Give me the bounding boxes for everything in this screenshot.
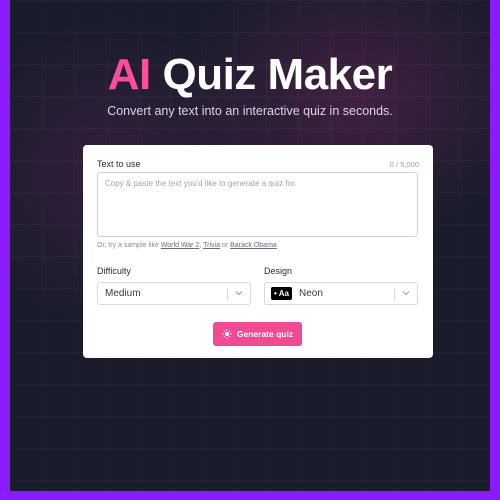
generate-quiz-button[interactable]: Generate quiz: [213, 322, 302, 346]
chevron-down-icon: [402, 291, 410, 296]
difficulty-select[interactable]: Medium: [97, 282, 251, 305]
select-divider: [227, 288, 228, 300]
difficulty-label: Difficulty: [97, 266, 131, 276]
select-divider: [394, 288, 395, 300]
design-value: Neon: [298, 288, 323, 299]
samples-separator: ,: [199, 242, 202, 249]
difficulty-value: Medium: [105, 288, 141, 299]
quiz-form-card: Text to use 0 / 5,000 Copy & paste the t…: [83, 145, 433, 358]
design-select[interactable]: • Aa Neon: [264, 282, 418, 305]
design-badge: • Aa: [271, 287, 292, 300]
title-text: Quiz Maker: [162, 50, 393, 99]
samples-or: or: [221, 242, 229, 249]
chevron-down-icon: [235, 291, 243, 296]
sample-links: Or, try a sample like World War 2, Trivi…: [97, 242, 277, 249]
char-counter: 0 / 5,000: [389, 160, 419, 169]
samples-prefix: Or, try a sample like: [97, 242, 159, 249]
design-badge-text: Aa: [278, 289, 289, 298]
sample-link-barack-obama[interactable]: Barack Obama: [230, 242, 277, 249]
generate-quiz-label: Generate quiz: [236, 329, 294, 339]
source-text-input[interactable]: Copy & paste the text you'd like to gene…: [97, 172, 418, 237]
text-field-label: Text to use: [97, 159, 141, 169]
page-title: AI Quiz Maker: [10, 50, 490, 100]
page-subtitle: Convert any text into an interactive qui…: [107, 104, 393, 118]
sparkle-icon: [222, 329, 232, 339]
sample-link-world-war-2[interactable]: World War 2: [161, 242, 200, 249]
app-frame: AI Quiz Maker Convert any text into an i…: [10, 0, 490, 491]
design-label: Design: [264, 266, 293, 276]
sample-link-trivia[interactable]: Trivia: [203, 242, 220, 249]
title-accent: AI: [107, 50, 152, 99]
